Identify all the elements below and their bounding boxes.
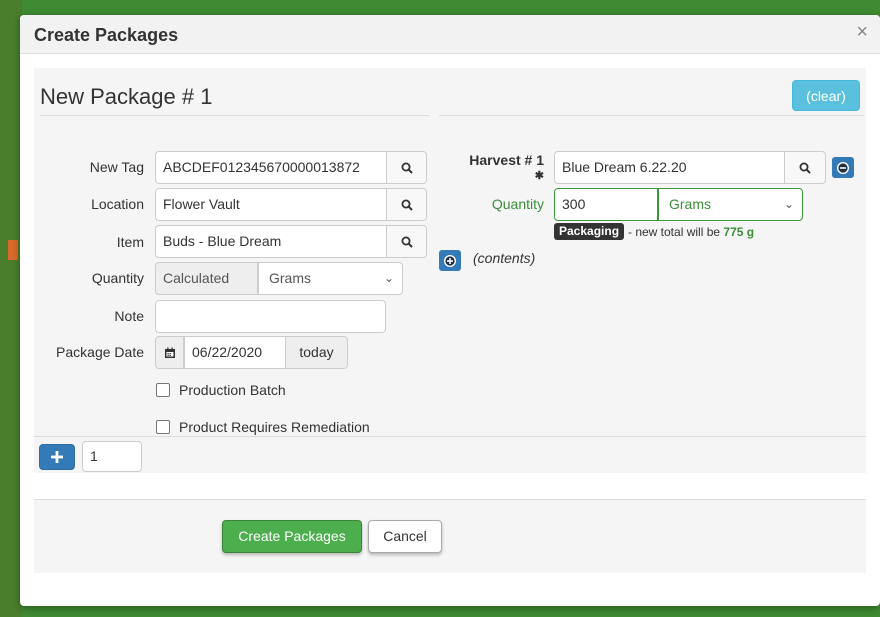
quantity-calculated-field: Calculated <box>155 262 258 295</box>
new-total-note: - new total will be 775 g <box>628 225 754 239</box>
modal-header: Create Packages × <box>20 15 880 54</box>
quantity-unit-select[interactable]: Grams ⌄ <box>258 262 403 295</box>
note-label: Note <box>114 308 144 324</box>
package-count-input[interactable]: 1 <box>82 441 142 472</box>
new-tag-input[interactable]: ABCDEF012345670000013872 <box>155 151 387 184</box>
item-label: Item <box>116 234 144 250</box>
remediation-label: Product Requires Remediation <box>179 419 370 435</box>
background-strip <box>0 0 22 617</box>
package-count-bar: 1 <box>34 436 866 476</box>
package-date-label: Package Date <box>56 344 144 360</box>
search-icon <box>401 199 413 211</box>
production-batch-checkbox[interactable] <box>156 383 170 397</box>
plus-icon <box>51 451 63 463</box>
modal-title: Create Packages <box>34 25 179 45</box>
cancel-button[interactable]: Cancel <box>368 520 442 553</box>
divider <box>40 115 429 116</box>
note-input[interactable] <box>155 300 386 333</box>
package-heading: New Package # 1 <box>40 84 213 109</box>
new-total-value: 775 g <box>723 225 755 239</box>
new-tag-search-button[interactable] <box>387 151 427 184</box>
harvest-input[interactable]: Blue Dream 6.22.20 <box>554 151 785 184</box>
background-marker <box>8 240 18 260</box>
create-packages-modal: Create Packages × New Package # 1 (clear… <box>20 15 880 606</box>
quantity-unit-value: Grams <box>269 270 311 286</box>
harvest-unit-select[interactable]: Grams ⌄ <box>658 188 803 221</box>
today-button[interactable]: today <box>285 336 348 369</box>
location-label: Location <box>91 196 144 212</box>
calendar-button[interactable] <box>155 336 184 369</box>
production-batch-option[interactable]: Production Batch <box>156 382 286 398</box>
contents-label: (contents) <box>473 250 536 266</box>
harvest-label: Harvest # 1 <box>469 152 544 168</box>
add-package-button[interactable] <box>39 444 75 470</box>
modal-footer: Create Packages Cancel <box>34 499 866 573</box>
harvest-search-button[interactable] <box>785 151 826 184</box>
chevron-down-icon: ⌄ <box>383 271 394 285</box>
search-icon <box>401 236 413 248</box>
harvest-quantity-label: Quantity <box>491 196 544 212</box>
location-search-button[interactable] <box>387 188 427 221</box>
item-input[interactable]: Buds - Blue Dream <box>155 225 387 258</box>
new-total-prefix: - new total will be <box>628 225 721 239</box>
calendar-icon <box>164 347 175 358</box>
new-tag-label: New Tag <box>89 159 144 175</box>
item-search-button[interactable] <box>387 225 427 258</box>
remove-harvest-button[interactable] <box>832 157 854 178</box>
minus-circle-icon <box>837 161 849 174</box>
search-icon <box>799 162 811 174</box>
packaging-badge: Packaging <box>554 223 625 240</box>
clear-button[interactable]: (clear) <box>792 80 860 111</box>
divider <box>439 115 864 116</box>
remediation-checkbox[interactable] <box>156 420 170 434</box>
harvest-unit-value: Grams <box>669 196 711 212</box>
quantity-label: Quantity <box>91 270 144 286</box>
package-date-input[interactable]: 06/22/2020 <box>184 336 286 369</box>
package-form: New Package # 1 (clear) New Tag ABCDEF01… <box>34 68 866 473</box>
close-icon[interactable]: × <box>856 21 868 44</box>
production-batch-label: Production Batch <box>179 382 286 398</box>
required-marker: ✱ <box>534 170 544 182</box>
search-icon <box>401 162 413 174</box>
create-packages-button[interactable]: Create Packages <box>222 520 362 553</box>
location-input[interactable]: Flower Vault <box>155 188 387 221</box>
add-contents-button[interactable] <box>439 250 461 271</box>
harvest-quantity-input[interactable]: 300 <box>554 188 658 221</box>
remediation-option[interactable]: Product Requires Remediation <box>156 419 370 435</box>
plus-circle-icon <box>444 254 456 267</box>
chevron-down-icon: ⌄ <box>783 197 794 211</box>
